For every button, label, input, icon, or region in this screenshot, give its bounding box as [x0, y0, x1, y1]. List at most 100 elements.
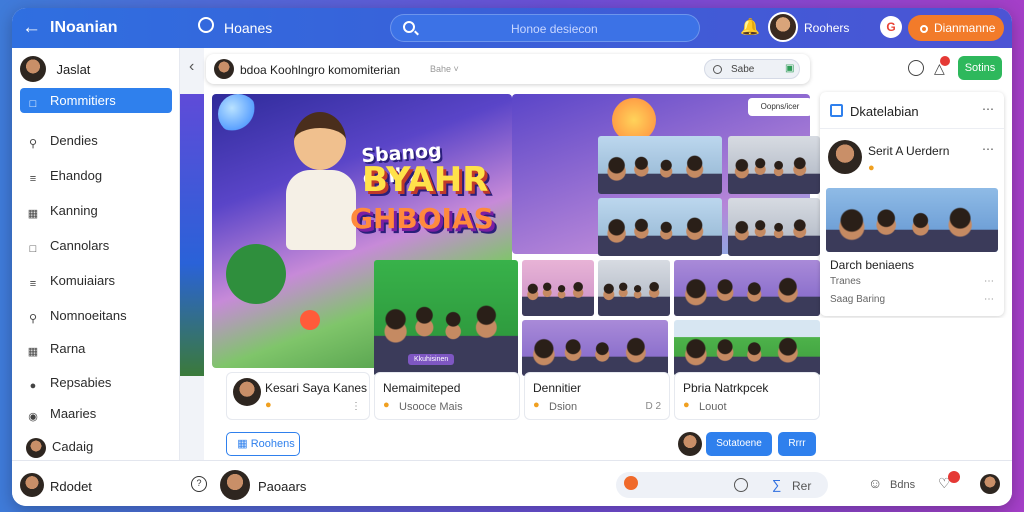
sidebar-item-rarna[interactable]: ▦ Rarna — [20, 336, 172, 361]
pill-label[interactable]: Rer — [792, 479, 811, 493]
avatar — [20, 56, 46, 82]
photo-label: Kkuhisinen — [408, 354, 455, 365]
sidebar-item-kanning[interactable]: ▦ Kanning — [20, 198, 172, 223]
composer-bar[interactable]: bdoa Koohlngro komomiterian Bahe ˅ Sabe … — [206, 54, 810, 84]
sidebar-item-repsabies[interactable]: ● Repsabies — [20, 370, 172, 395]
bottom-second-label[interactable]: Paoaars — [258, 479, 306, 494]
sidebar-item-label: Rommitiers — [50, 93, 116, 108]
photo-thumb[interactable] — [522, 320, 668, 376]
card-subtitle: Louot — [699, 401, 727, 413]
user-avatar[interactable] — [768, 12, 798, 42]
photo-thumb[interactable] — [522, 260, 594, 316]
avatar[interactable] — [220, 470, 250, 500]
photo-thumb[interactable] — [598, 136, 722, 194]
avatar[interactable] — [828, 140, 862, 174]
green-action-button[interactable]: Sotins — [958, 56, 1002, 80]
top-bar: ← INoanian Hoanes 🔔 Roohers G Dianmanne — [12, 8, 1012, 48]
sidebar-item-label: Dendies — [50, 133, 98, 148]
composer-search-label: Sabe — [731, 64, 755, 75]
story-thumbnail[interactable] — [180, 94, 204, 376]
photo-thumb[interactable]: Kkuhisinen — [374, 260, 518, 376]
composer-search[interactable]: Sabe ▣ — [704, 59, 800, 79]
sidebar-item-cannolars[interactable]: □ Cannolars — [20, 233, 172, 258]
panel-photo[interactable] — [826, 188, 998, 252]
global-search[interactable] — [390, 14, 700, 42]
sidebar-item-nomnoeitans[interactable]: ⚲ Nomnoeitans — [20, 303, 172, 328]
photo-thumb[interactable] — [598, 260, 670, 316]
app-brand: INoanian — [50, 19, 118, 36]
sidebar-item-label: Rarna — [50, 341, 86, 356]
avatar[interactable] — [980, 474, 1000, 494]
sidebar-profile[interactable]: Jaslat — [20, 56, 90, 82]
search-input[interactable] — [511, 20, 681, 38]
post-card[interactable]: Pbria Natrkpcek ● Louot — [674, 372, 820, 420]
sidebar-item-ehandog[interactable]: ≡ Ehandog — [20, 163, 172, 188]
circle-icon[interactable] — [734, 478, 748, 492]
card-title: Pbria Natrkpcek — [683, 381, 769, 395]
photo-thumb[interactable] — [674, 260, 820, 316]
card-title: Nemaimiteped — [383, 381, 461, 395]
pin-icon[interactable] — [624, 476, 638, 490]
checkbox-icon — [830, 104, 843, 117]
view-label: Bahe — [430, 64, 452, 74]
more-icon[interactable]: ⋯ — [984, 276, 994, 287]
more-icon[interactable]: ⋯ — [982, 102, 994, 116]
photo-thumb[interactable] — [728, 136, 820, 194]
chat-icon: ● — [29, 380, 37, 392]
ball-decoration — [300, 310, 320, 330]
back-arrow-icon[interactable]: ← — [22, 17, 41, 39]
home-icon[interactable] — [198, 17, 214, 33]
sidebar-item-cadaig[interactable]: Cadaig — [20, 434, 172, 459]
card-title: Kesari Saya Kanes — [265, 381, 368, 395]
photo-tag[interactable]: Oopns/icer — [748, 98, 812, 116]
menu-icon: ≡ — [29, 173, 37, 185]
clock-icon[interactable] — [908, 60, 924, 76]
sidebar-item-rommitiers[interactable]: □ Rommitiers — [20, 88, 172, 113]
person-icon[interactable]: ∑ — [772, 477, 781, 492]
sidebar-item-maaries[interactable]: ◉ Maaries — [20, 401, 172, 426]
photo-thumb[interactable] — [598, 198, 722, 256]
avatar[interactable] — [678, 432, 702, 456]
avatar[interactable] — [20, 473, 44, 497]
google-icon[interactable]: G — [880, 16, 902, 38]
bottom-profile-label[interactable]: Rdodet — [50, 479, 92, 494]
menu-icon: ≡ — [29, 278, 37, 290]
feed-primary-button[interactable]: Sotatoene — [706, 432, 772, 456]
square-icon: □ — [29, 98, 37, 110]
people-label[interactable]: Bdns — [890, 479, 915, 491]
avatar — [233, 378, 261, 406]
post-card[interactable]: Kesari Saya Kanes ● ⋮ — [226, 372, 370, 420]
photo-thumb[interactable] — [674, 320, 820, 376]
more-icon[interactable]: ⋯ — [982, 142, 994, 156]
clock-icon[interactable]: ? — [191, 476, 207, 492]
chevron-left-icon[interactable]: ‹ — [189, 58, 194, 76]
people-icon[interactable]: ☺ — [868, 475, 882, 491]
grid-icon: ▦ — [237, 437, 248, 450]
notification-bell-icon[interactable]: 🔔 — [740, 17, 760, 37]
filter-icon[interactable]: ▣ — [785, 63, 794, 74]
feed-extra-button[interactable]: Rrrr — [778, 432, 816, 456]
avatar — [214, 59, 234, 79]
sidebar-item-komuiaiars[interactable]: ≡ Komuiaiars — [20, 268, 172, 293]
home-link[interactable]: Hoanes — [224, 20, 272, 36]
sidebar-item-dendies[interactable]: ⚲ Dendies — [20, 128, 172, 153]
post-card[interactable]: Nemaimiteped ● Usooce Mais — [374, 372, 520, 420]
sidebar-item-label: Cadaig — [52, 439, 94, 454]
view-selector[interactable]: Bahe ˅ — [430, 64, 459, 74]
photo-thumb[interactable] — [728, 198, 820, 256]
kid-head — [294, 112, 346, 170]
app-window: ← INoanian Hoanes 🔔 Roohers G Dianmanne … — [12, 8, 1012, 506]
more-icon[interactable]: ⋯ — [984, 294, 994, 305]
bottom-pill-bar[interactable]: ∑ Rer — [616, 472, 828, 498]
feed-secondary-button[interactable]: ▦ Roohens — [226, 432, 300, 456]
people-silhouettes — [728, 215, 820, 256]
tree-decoration — [226, 244, 286, 304]
primary-cta-button[interactable]: Dianmanne — [908, 15, 1004, 41]
post-card[interactable]: Dennitier ● Dsion D 2 — [524, 372, 670, 420]
people-silhouettes — [728, 153, 820, 194]
people-silhouettes — [674, 276, 820, 316]
user-name[interactable]: Roohers — [804, 21, 849, 35]
card-title: Dennitier — [533, 381, 582, 395]
more-icon[interactable]: ⋮ — [351, 401, 361, 412]
person-name[interactable]: Serit A Uerdern — [868, 144, 949, 158]
